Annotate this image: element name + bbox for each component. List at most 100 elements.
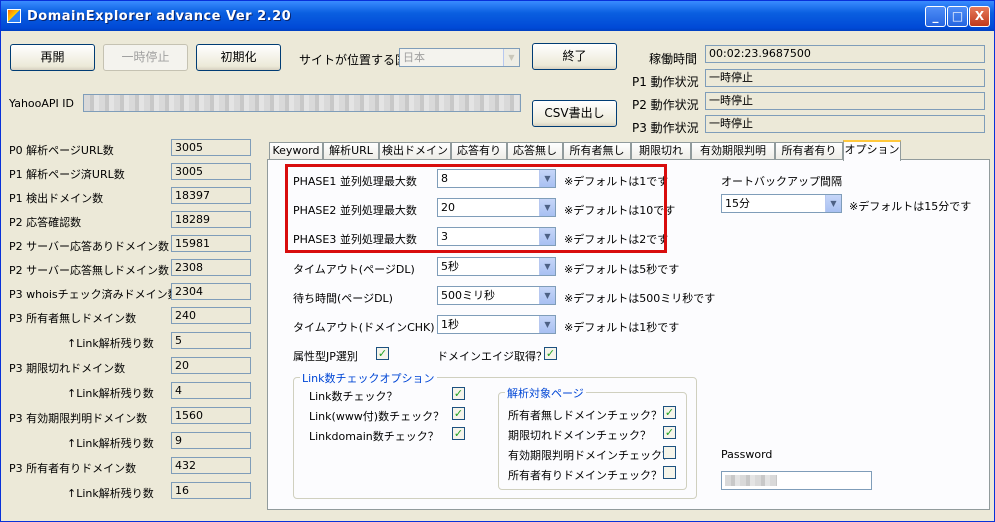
site-country-value: 日本 [403, 51, 425, 64]
jp-filter-label: 属性型JP選別 [293, 350, 358, 363]
yahoo-api-label: YahooAPI ID [9, 97, 74, 110]
main-window: DomainExplorer advance Ver 2.20 _ □ X 再開… [0, 0, 995, 522]
stat-value: 2304 [171, 283, 251, 300]
tab-expired[interactable]: 期限切れ [631, 142, 691, 160]
domain-age-checkbox[interactable]: ✓ [544, 347, 557, 360]
stat-value: 1560 [171, 407, 251, 424]
p2-status-label: P2 動作状況 [632, 98, 699, 112]
linkdomain-check-checkbox[interactable]: ✓ [452, 427, 465, 440]
chevron-down-icon: ▼ [503, 49, 519, 66]
timeout-page-note: ※デフォルトは5秒です [564, 263, 680, 276]
timeout-page-select[interactable]: 5秒 ▼ [437, 257, 556, 276]
target-expired-label: 期限切れドメインチェック？ [508, 429, 651, 442]
p2-status-value: 一時停止 [705, 92, 985, 110]
tab-options[interactable]: オプション [843, 140, 901, 161]
site-country-select[interactable]: 日本 ▼ [399, 48, 520, 67]
close-button[interactable]: X [969, 6, 990, 27]
chevron-down-icon: ▼ [539, 287, 555, 304]
tab-no-owner[interactable]: 所有者無し [563, 142, 631, 160]
timeout-domain-note: ※デフォルトは1秒です [564, 321, 680, 334]
p3-status-value: 一時停止 [705, 115, 985, 133]
stat-value: 240 [171, 307, 251, 324]
stat-value: 3005 [171, 163, 251, 180]
app-icon [7, 9, 21, 23]
wait-select[interactable]: 500ミリ秒 ▼ [437, 286, 556, 305]
runtime-label: 稼働時間 [649, 52, 698, 66]
tab-keyword[interactable]: Keyword [269, 142, 323, 160]
stat-label: P3 期限切れドメイン数 [9, 362, 126, 375]
stat-label: P2 応答確認数 [9, 216, 82, 229]
target-no-owner-label: 所有者無しドメインチェック？ [508, 409, 662, 422]
stat-value: 5 [171, 332, 251, 349]
timeout-domain-value: 1秒 [441, 318, 459, 331]
backup-interval-label: オートバックアップ間隔 [721, 175, 842, 188]
password-label: Password [721, 448, 773, 461]
tab-analysis-url[interactable]: 解析URL [323, 142, 379, 160]
stat-label: P3 所有者有りドメイン数 [9, 462, 137, 475]
stat-label: P3 所有者無しドメイン数 [9, 312, 137, 325]
csv-export-button[interactable]: CSV書出し [532, 100, 617, 127]
chevron-down-icon: ▼ [825, 195, 841, 212]
stat-label: ↑Link解析残り数 [67, 337, 154, 350]
timeout-domain-label: タイムアウト(ドメインCHK) [293, 321, 435, 334]
yahoo-api-input[interactable] [83, 94, 521, 112]
tab-valid-expiry[interactable]: 有効期限判明 [691, 142, 775, 160]
resume-button[interactable]: 再開 [10, 44, 95, 71]
link-www-check-checkbox[interactable]: ✓ [452, 407, 465, 420]
stat-value: 18289 [171, 211, 251, 228]
masked-password [725, 475, 777, 486]
stat-label: P1 解析ページ済URL数 [9, 168, 125, 181]
stat-label: P3 有効期限判明ドメイン数 [9, 412, 148, 425]
maximize-button[interactable]: □ [947, 6, 968, 27]
stat-value: 432 [171, 457, 251, 474]
runtime-value: 00:02:23.9687500 [705, 45, 985, 63]
backup-interval-select[interactable]: 15分 ▼ [721, 194, 842, 213]
stat-value: 3005 [171, 139, 251, 156]
site-country-label: サイトが位置する国 [299, 53, 408, 67]
stat-value: 20 [171, 357, 251, 374]
pause-button[interactable]: 一時停止 [103, 44, 188, 71]
tab-responded[interactable]: 応答有り [451, 142, 507, 160]
stat-label: ↑Link解析残り数 [67, 387, 154, 400]
stat-label: P2 サーバー応答ありドメイン数 [9, 240, 170, 253]
link-www-check-label: Link(www付)数チェック？ [309, 410, 445, 423]
stat-value: 15981 [171, 235, 251, 252]
stat-label: ↑Link解析残り数 [67, 437, 154, 450]
tab-detected-domain[interactable]: 検出ドメイン [379, 142, 451, 160]
link-group-title: Link数チェックオプション [300, 370, 437, 386]
target-owner-checkbox[interactable] [663, 466, 676, 479]
stat-label: ↑Link解析残り数 [67, 487, 154, 500]
target-owner-label: 所有者有りドメインチェック？ [508, 469, 662, 482]
link-check-checkbox[interactable]: ✓ [452, 387, 465, 400]
target-group-title: 解析対象ページ [505, 385, 586, 401]
highlight-box [285, 164, 667, 253]
tab-has-owner[interactable]: 所有者有り [775, 142, 843, 160]
p1-status-label: P1 動作状況 [632, 75, 699, 89]
p1-status-value: 一時停止 [705, 69, 985, 87]
backup-interval-note: ※デフォルトは15分です [849, 200, 972, 213]
timeout-page-label: タイムアウト(ページDL) [293, 263, 415, 276]
password-input[interactable] [721, 471, 872, 490]
title-bar[interactable]: DomainExplorer advance Ver 2.20 _ □ X [1, 1, 994, 31]
minimize-button[interactable]: _ [925, 6, 946, 27]
timeout-domain-select[interactable]: 1秒 ▼ [437, 315, 556, 334]
p3-status-label: P3 動作状況 [632, 121, 699, 135]
target-no-owner-checkbox[interactable]: ✓ [663, 406, 676, 419]
stat-value: 18397 [171, 187, 251, 204]
stat-label: P3 whoisチェック済みドメイン数 [9, 288, 179, 301]
target-valid-checkbox[interactable] [663, 446, 676, 459]
stat-value: 16 [171, 482, 251, 499]
stat-value: 9 [171, 432, 251, 449]
target-valid-label: 有効期限判明ドメインチェック？ [508, 449, 673, 462]
linkdomain-check-label: Linkdomain数チェック？ [309, 430, 439, 443]
initialize-button[interactable]: 初期化 [196, 44, 281, 71]
stat-label: P1 検出ドメイン数 [9, 192, 104, 205]
stat-value: 2308 [171, 259, 251, 276]
window-title: DomainExplorer advance Ver 2.20 [27, 9, 292, 24]
backup-interval-value: 15分 [725, 197, 750, 210]
tab-no-response[interactable]: 応答無し [507, 142, 563, 160]
exit-button[interactable]: 終了 [532, 43, 617, 70]
jp-filter-checkbox[interactable]: ✓ [376, 347, 389, 360]
wait-value: 500ミリ秒 [441, 289, 495, 302]
target-expired-checkbox[interactable]: ✓ [663, 426, 676, 439]
